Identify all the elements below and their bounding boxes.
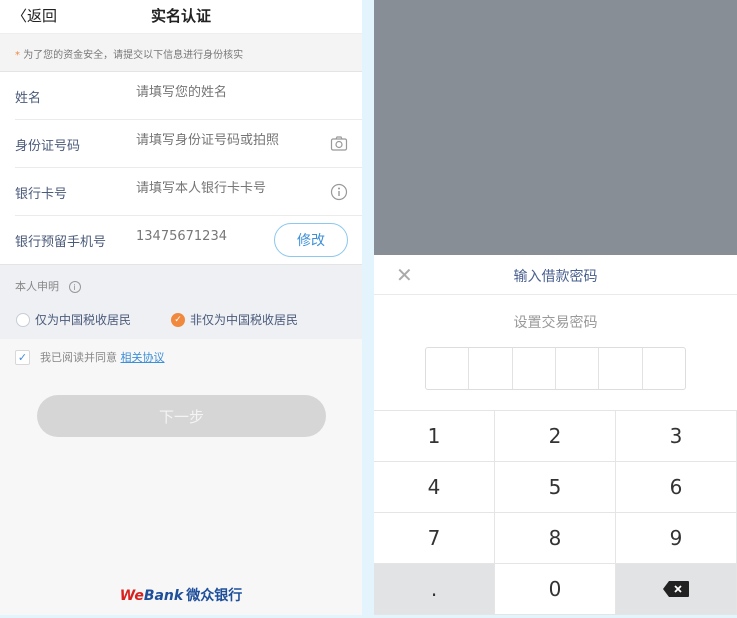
security-notice: * 为了您的资金安全，请提交以下信息进行身份核实 [0,33,362,72]
key-0[interactable]: 0 [495,564,616,615]
numeric-keypad: 1 2 3 4 5 6 7 8 9 . 0 [374,410,737,615]
bank-card-label: 银行卡号 [15,187,68,202]
backspace-button[interactable] [616,564,737,615]
id-row: 身份证号码 [15,120,362,168]
name-input[interactable] [136,85,316,100]
header: 〈返回 实名认证 [0,0,362,33]
webank-logo: WeBank 微众银行 [119,588,243,604]
key-3[interactable]: 3 [616,411,737,462]
dim-overlay [374,0,737,255]
id-input[interactable] [136,133,316,148]
password-digit [643,348,685,389]
check-circle-icon: ✓ [171,312,185,327]
password-digit [599,348,643,389]
agreement-row: ✓ 我已阅读并同意 相关协议 [15,349,165,365]
password-subtitle: 设置交易密码 [513,315,598,331]
name-row: 姓名 [15,72,362,120]
name-label: 姓名 [15,91,42,106]
password-digit [513,348,556,389]
key-2[interactable]: 2 [495,411,616,462]
radio-icon [16,312,30,327]
declaration-section: 本人申明 i 仅为中国税收居民 ✓ 非仅为中国税收居民 [0,264,362,339]
radio-china-only[interactable]: 仅为中国税收居民 [16,311,131,328]
phone-row: 银行预留手机号 13475671234 修改 [15,216,362,264]
backspace-icon [663,581,689,597]
info-icon[interactable]: i [68,281,81,293]
password-header: ✕ 输入借款密码 [374,255,737,295]
declaration-title: 本人申明 i [15,278,81,294]
phone-label: 银行预留手机号 [15,235,107,250]
real-name-panel: 〈返回 实名认证 * 为了您的资金安全，请提交以下信息进行身份核实 姓名 身份证… [0,0,362,615]
password-panel: ✕ 输入借款密码 设置交易密码 1 2 3 4 5 6 7 8 9 . 0 [374,0,737,615]
camera-icon[interactable] [330,135,348,153]
password-digit [556,348,600,389]
key-6[interactable]: 6 [616,462,737,513]
password-digit [426,348,470,389]
agreement-link[interactable]: 相关协议 [121,351,165,364]
modify-button[interactable]: 修改 [274,223,348,257]
page-title: 实名认证 [150,7,211,25]
password-input[interactable] [425,347,686,390]
key-9[interactable]: 9 [616,513,737,564]
key-1[interactable]: 1 [374,411,495,462]
key-4[interactable]: 4 [374,462,495,513]
bank-card-row: 银行卡号 [15,168,362,216]
key-5[interactable]: 5 [495,462,616,513]
id-label: 身份证号码 [15,139,81,154]
key-8[interactable]: 8 [495,513,616,564]
agree-checkbox[interactable]: ✓ [15,349,30,365]
info-icon[interactable] [330,183,348,201]
key-dot[interactable]: . [374,564,495,615]
bank-card-input[interactable] [136,181,316,196]
next-button[interactable]: 下一步 [37,395,326,437]
radio-not-china-only[interactable]: ✓ 非仅为中国税收居民 [171,311,298,328]
password-title: 输入借款密码 [513,269,598,285]
key-7[interactable]: 7 [374,513,495,564]
password-digit [469,348,513,389]
